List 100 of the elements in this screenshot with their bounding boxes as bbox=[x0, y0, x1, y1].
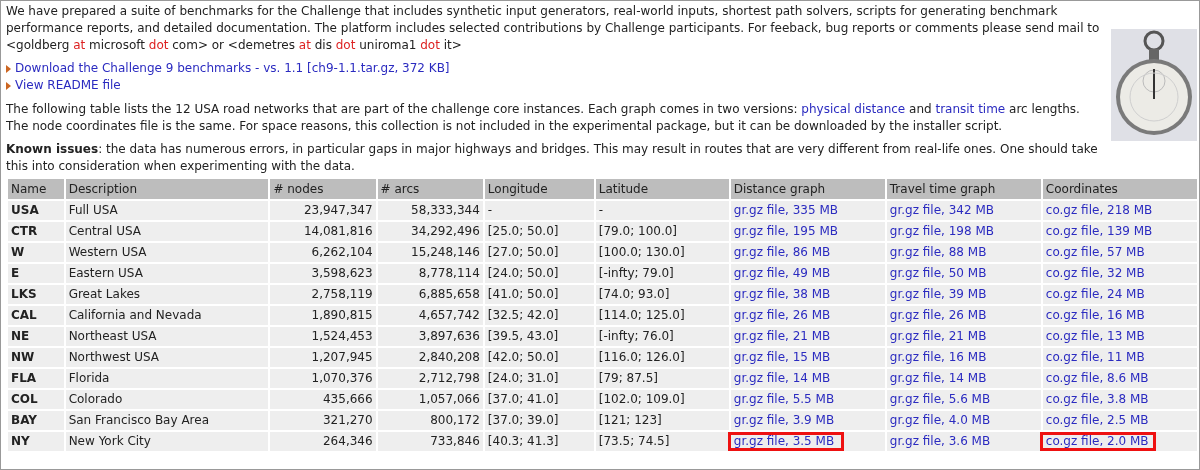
file-link[interactable]: gr.gz file, 3.5 MB bbox=[727, 432, 844, 451]
table-cell: [32.5; 42.0] bbox=[484, 306, 594, 325]
download-link[interactable]: Download the Challenge 9 benchmarks - vs. 1.1 [ch9-1.1.tar.gz, 372 KB] bbox=[15, 60, 450, 77]
table-cell: - bbox=[595, 201, 729, 220]
file-link[interactable]: co.gz file, 8.6 MB bbox=[1039, 369, 1155, 388]
column-header: # nodes bbox=[270, 179, 376, 199]
table-cell: [27.0; 50.0] bbox=[484, 243, 594, 262]
file-link[interactable]: gr.gz file, 342 MB bbox=[883, 201, 1000, 220]
file-link[interactable]: gr.gz file, 39 MB bbox=[883, 285, 993, 304]
table-cell: 435,666 bbox=[270, 390, 376, 409]
file-link[interactable]: co.gz file, 24 MB bbox=[1039, 285, 1151, 304]
table-cell: Colorado bbox=[65, 390, 269, 409]
column-header: Distance graph bbox=[730, 179, 885, 199]
file-link[interactable]: gr.gz file, 15 MB bbox=[727, 348, 837, 367]
file-link[interactable]: co.gz file, 3.8 MB bbox=[1039, 390, 1155, 409]
file-link[interactable]: gr.gz file, 14 MB bbox=[727, 369, 837, 388]
column-header: Travel time graph bbox=[886, 179, 1041, 199]
table-cell: 2,840,208 bbox=[377, 348, 483, 367]
table-cell: Full USA bbox=[65, 201, 269, 220]
file-link[interactable]: gr.gz file, 5.6 MB bbox=[883, 390, 997, 409]
file-link[interactable]: gr.gz file, 5.5 MB bbox=[727, 390, 841, 409]
intro-paragraph: We have prepared a suite of benchmarks for the Challenge that includes synthetic input generators, real-world inputs, shortest path solvers, scripts for generating benchmark performance reports, and detailed documentation. The platform includes selected contributions by Challenge participants. For feeback, bug reports or comments please send mail to <goldberg at microsoft dot com> or <demetres at dis dot uniroma1 dot it> bbox=[6, 3, 1101, 54]
table-cell: [37.0; 39.0] bbox=[484, 411, 594, 430]
table-cell: 2,712,798 bbox=[377, 369, 483, 388]
table-cell: [24.0; 50.0] bbox=[484, 264, 594, 283]
file-link[interactable]: gr.gz file, 86 MB bbox=[727, 243, 837, 262]
file-link[interactable]: gr.gz file, 21 MB bbox=[727, 327, 837, 346]
table-cell: [116.0; 126.0] bbox=[595, 348, 729, 367]
table-cell: 321,270 bbox=[270, 411, 376, 430]
file-link[interactable]: gr.gz file, 49 MB bbox=[727, 264, 837, 283]
table-cell: CTR bbox=[8, 222, 64, 241]
table-cell: San Francisco Bay Area bbox=[65, 411, 269, 430]
table-cell: 6,885,658 bbox=[377, 285, 483, 304]
file-link[interactable]: co.gz file, 11 MB bbox=[1039, 348, 1151, 367]
column-header: Name bbox=[8, 179, 64, 199]
table-cell: 1,057,066 bbox=[377, 390, 483, 409]
file-link[interactable]: gr.gz file, 38 MB bbox=[727, 285, 837, 304]
table-cell: California and Nevada bbox=[65, 306, 269, 325]
table-cell: Northwest USA bbox=[65, 348, 269, 367]
file-link[interactable]: gr.gz file, 198 MB bbox=[883, 222, 1000, 241]
table-cell: [25.0; 50.0] bbox=[484, 222, 594, 241]
file-link[interactable]: co.gz file, 2.0 MB bbox=[1039, 432, 1156, 451]
table-cell: Florida bbox=[65, 369, 269, 388]
file-link[interactable]: gr.gz file, 21 MB bbox=[883, 327, 993, 346]
table-cell: 14,081,816 bbox=[270, 222, 376, 241]
table-cell: [73.5; 74.5] bbox=[595, 432, 729, 451]
table-cell: 6,262,104 bbox=[270, 243, 376, 262]
table-cell: [24.0; 31.0] bbox=[484, 369, 594, 388]
table-cell: [37.0; 41.0] bbox=[484, 390, 594, 409]
text-link[interactable]: physical distance bbox=[801, 102, 906, 116]
table-cell: 800,172 bbox=[377, 411, 483, 430]
file-link[interactable]: gr.gz file, 26 MB bbox=[727, 306, 837, 325]
file-link[interactable]: co.gz file, 57 MB bbox=[1039, 243, 1151, 262]
table-cell: 4,657,742 bbox=[377, 306, 483, 325]
file-link[interactable]: co.gz file, 2.5 MB bbox=[1039, 411, 1155, 430]
file-link[interactable]: co.gz file, 218 MB bbox=[1039, 201, 1159, 220]
file-link[interactable]: gr.gz file, 88 MB bbox=[883, 243, 993, 262]
file-link[interactable]: gr.gz file, 16 MB bbox=[883, 348, 993, 367]
column-header: Coordinates bbox=[1042, 179, 1197, 199]
table-cell: Northeast USA bbox=[65, 327, 269, 346]
column-header: Latitude bbox=[595, 179, 729, 199]
table-cell: [41.0; 50.0] bbox=[484, 285, 594, 304]
file-link[interactable]: gr.gz file, 3.6 MB bbox=[883, 432, 997, 451]
table-cell: Western USA bbox=[65, 243, 269, 262]
table-cell: 2,758,119 bbox=[270, 285, 376, 304]
table-cell: Great Lakes bbox=[65, 285, 269, 304]
table-cell: [39.5, 43.0] bbox=[484, 327, 594, 346]
file-link[interactable]: co.gz file, 32 MB bbox=[1039, 264, 1151, 283]
file-link[interactable]: co.gz file, 139 MB bbox=[1039, 222, 1159, 241]
table-cell: 23,947,347 bbox=[270, 201, 376, 220]
table-cell: NW bbox=[8, 348, 64, 367]
table-cell: [121; 123] bbox=[595, 411, 729, 430]
table-cell: [40.3; 41.3] bbox=[484, 432, 594, 451]
file-link[interactable]: gr.gz file, 26 MB bbox=[883, 306, 993, 325]
table-cell: 1,524,453 bbox=[270, 327, 376, 346]
file-link[interactable]: gr.gz file, 14 MB bbox=[883, 369, 993, 388]
table-cell: [-infty; 79.0] bbox=[595, 264, 729, 283]
table-cell: 264,346 bbox=[270, 432, 376, 451]
table-cell: [100.0; 130.0] bbox=[595, 243, 729, 262]
file-link[interactable]: gr.gz file, 335 MB bbox=[727, 201, 844, 220]
table-cell: NY bbox=[8, 432, 64, 451]
file-link[interactable]: gr.gz file, 195 MB bbox=[727, 222, 844, 241]
file-link[interactable]: co.gz file, 16 MB bbox=[1039, 306, 1151, 325]
file-link[interactable]: gr.gz file, 50 MB bbox=[883, 264, 993, 283]
table-cell: 1,207,945 bbox=[270, 348, 376, 367]
download-link[interactable]: View README file bbox=[15, 77, 121, 94]
table-cell: 58,333,344 bbox=[377, 201, 483, 220]
file-link[interactable]: gr.gz file, 4.0 MB bbox=[883, 411, 997, 430]
file-link[interactable]: co.gz file, 13 MB bbox=[1039, 327, 1151, 346]
file-link[interactable]: gr.gz file, 3.9 MB bbox=[727, 411, 841, 430]
table-cell: [79; 87.5] bbox=[595, 369, 729, 388]
table-cell: LKS bbox=[8, 285, 64, 304]
known-issues-note: Known issues: the data has numerous errors, in particular gaps in major highways and bridges. This may result in routes that are very different from real-life ones. One should take this into consideration when experimenting with the data. bbox=[6, 141, 1099, 175]
table-cell: 34,292,496 bbox=[377, 222, 483, 241]
table-cell: - bbox=[484, 201, 594, 220]
text-link[interactable]: transit time bbox=[935, 102, 1006, 116]
table-cell: New York City bbox=[65, 432, 269, 451]
table-cell: 3,897,636 bbox=[377, 327, 483, 346]
column-header: # arcs bbox=[377, 179, 483, 199]
table-cell: 15,248,146 bbox=[377, 243, 483, 262]
